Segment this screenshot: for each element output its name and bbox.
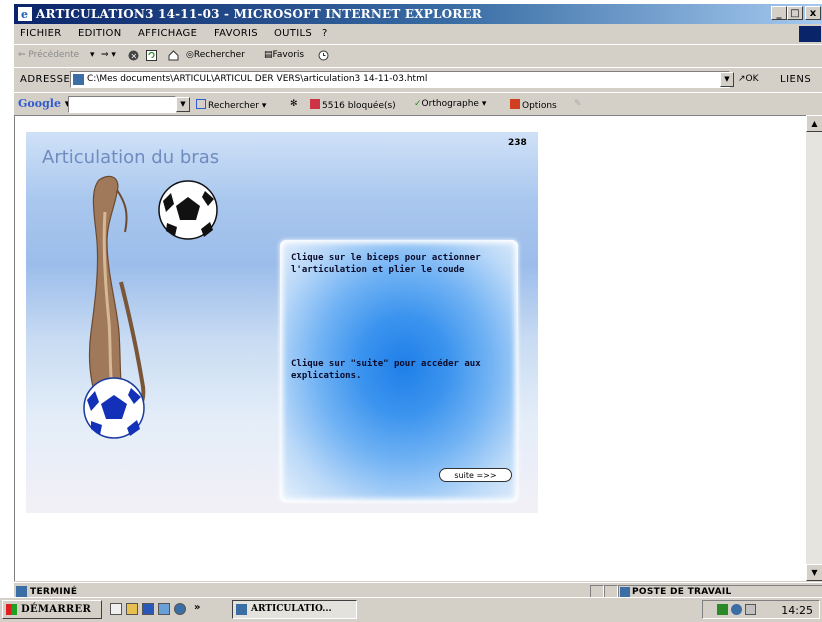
maximize-button[interactable]: □ — [787, 6, 803, 20]
google-logo[interactable]: Google ▾ — [18, 97, 70, 110]
tray-app-icon[interactable] — [745, 604, 756, 615]
pagerank-icon[interactable]: ✻ — [290, 99, 298, 109]
google-dropdown-icon[interactable]: ▼ — [176, 97, 190, 112]
google-search-button[interactable]: Rechercher ▾ — [196, 99, 266, 111]
options-label: Options — [522, 101, 557, 111]
go-label: OK — [745, 74, 759, 84]
forward-button[interactable]: ⇒ ▾ — [101, 50, 116, 60]
standard-toolbar: ⇐ Précédente ▾ ⇒ ▾ × ◎Rechercher ▤Favori… — [14, 44, 822, 67]
suite-button[interactable]: suite =>> — [439, 468, 512, 482]
close-button[interactable]: x — [805, 6, 821, 20]
address-value: C:\Mes documents\ARTICUL\ARTICUL DER VER… — [87, 74, 428, 84]
back-button[interactable]: ⇐ Précédente — [18, 50, 79, 60]
minimize-button[interactable]: _ — [771, 6, 787, 20]
ie-quicklaunch-icon[interactable] — [174, 603, 186, 615]
internet-explorer-icon: e — [18, 7, 32, 21]
system-tray: 14:25 — [702, 600, 820, 619]
spellcheck-label: Orthographe — [421, 99, 479, 109]
start-button[interactable]: DÉMARRER — [2, 600, 102, 619]
task-button-articulation[interactable]: ARTICULATIO... — [232, 600, 357, 619]
page-title: Articulation du bras — [42, 147, 220, 168]
scroll-down-icon[interactable]: ▼ — [806, 564, 822, 581]
instruction-biceps: Clique sur le biceps pour actionner l'ar… — [291, 253, 481, 275]
favorites-label: Favoris — [272, 50, 305, 60]
history-icon[interactable] — [318, 50, 329, 64]
menu-bar: FICHIER EDITION AFFICHAGE FAVORIS OUTILS… — [14, 24, 822, 44]
links-button[interactable]: LIENS — [780, 74, 811, 85]
popup-blocked-count: 5516 bloquée(s) — [322, 101, 396, 111]
instruction-suite: Clique sur "suite" pour accéder aux expl… — [291, 359, 481, 381]
menu-outils[interactable]: OUTILS — [274, 28, 312, 39]
menu-favoris[interactable]: FAVORIS — [214, 28, 258, 39]
svg-text:×: × — [131, 52, 138, 61]
home-icon[interactable] — [168, 50, 179, 64]
google-search-icon — [196, 99, 206, 109]
page-done-icon — [16, 586, 27, 597]
back-dropdown-icon[interactable]: ▾ — [90, 50, 95, 60]
back-arrow-icon: ⇐ — [18, 50, 29, 60]
address-label: ADRESSE — [20, 74, 71, 85]
page-viewport: Articulation du bras 238 Clique sur le b… — [14, 115, 806, 581]
scroll-up-icon[interactable]: ▲ — [806, 115, 822, 132]
popup-blocker-icon — [310, 99, 320, 109]
address-input[interactable]: C:\Mes documents\ARTICUL\ARTICUL DER VER… — [70, 71, 730, 88]
google-logo-text: Google — [18, 97, 61, 110]
google-search-label: Rechercher — [208, 101, 259, 111]
options-button[interactable]: Options — [510, 99, 557, 111]
status-text: TERMINÉ — [30, 587, 78, 597]
network-icon[interactable] — [717, 604, 728, 615]
page-icon — [73, 74, 84, 85]
spellcheck-icon: ✓ — [414, 99, 422, 109]
favorites-button[interactable]: ▤Favoris — [264, 50, 304, 60]
menu-affichage[interactable]: AFFICHAGE — [138, 28, 197, 39]
search-label: Rechercher — [193, 50, 245, 60]
soccer-ball-blue-icon — [83, 377, 145, 439]
instruction-panel: Clique sur le biceps pour actionner l'ar… — [280, 240, 518, 502]
back-label: Précédente — [28, 50, 80, 60]
spellcheck-button[interactable]: ✓Orthographe ▾ — [414, 99, 486, 109]
flash-stage: Articulation du bras 238 Clique sur le b… — [26, 132, 538, 513]
menu-edition[interactable]: EDITION — [78, 28, 121, 39]
quicklaunch-overflow[interactable]: » — [194, 602, 200, 613]
menu-fichier[interactable]: FICHIER — [20, 28, 62, 39]
stop-icon[interactable]: × — [128, 50, 139, 64]
outlook-icon[interactable] — [158, 603, 170, 615]
explorer-folder-icon[interactable] — [126, 603, 138, 615]
vertical-scrollbar[interactable]: ▲ ▼ — [806, 115, 822, 581]
window-title: ARTICULATION3 14-11-03 - MICROSOFT INTER… — [36, 7, 482, 21]
word-icon[interactable] — [142, 603, 154, 615]
clock: 14:25 — [781, 604, 813, 617]
menu-help[interactable]: ? — [322, 28, 328, 39]
my-computer-icon — [620, 587, 630, 597]
popup-blocker-button[interactable]: 5516 bloquée(s) — [310, 99, 396, 111]
go-button[interactable]: ↗OK — [738, 74, 759, 84]
pencil-icon[interactable]: ✎ — [574, 99, 582, 109]
taskbar: DÉMARRER » ARTICULATIO... 14:25 — [0, 597, 822, 622]
google-search-input[interactable] — [68, 96, 176, 113]
favorites-icon: ▤ — [264, 50, 273, 60]
globe-icon[interactable] — [731, 604, 742, 615]
windows-logo-icon — [799, 26, 821, 42]
page-number: 238 — [508, 138, 527, 148]
show-desktop-icon[interactable] — [110, 603, 122, 615]
go-arrow-icon: ↗ — [738, 74, 746, 84]
ie-task-icon — [236, 604, 247, 615]
refresh-icon[interactable] — [146, 50, 157, 64]
options-icon — [510, 99, 520, 109]
soccer-ball-icon — [158, 180, 218, 240]
google-toolbar: Google ▾ ▼ Rechercher ▾ ✻ 5516 bloquée(s… — [14, 92, 822, 116]
security-zone: POSTE DE TRAVAIL — [632, 587, 732, 597]
svg-text:e: e — [21, 8, 28, 21]
search-button[interactable]: ◎Rechercher — [186, 50, 245, 60]
task-label: ARTICULATIO... — [251, 604, 332, 614]
browser-window: e ARTICULATION3 14-11-03 - MICROSOFT INT… — [13, 4, 822, 621]
search-icon: ◎ — [186, 50, 194, 60]
start-label: DÉMARRER — [21, 604, 92, 615]
title-bar[interactable]: e ARTICULATION3 14-11-03 - MICROSOFT INT… — [14, 4, 822, 24]
address-bar: ADRESSE C:\Mes documents\ARTICUL\ARTICUL… — [14, 67, 822, 93]
address-dropdown-icon[interactable]: ▼ — [720, 72, 734, 87]
windows-flag-icon — [6, 604, 17, 615]
